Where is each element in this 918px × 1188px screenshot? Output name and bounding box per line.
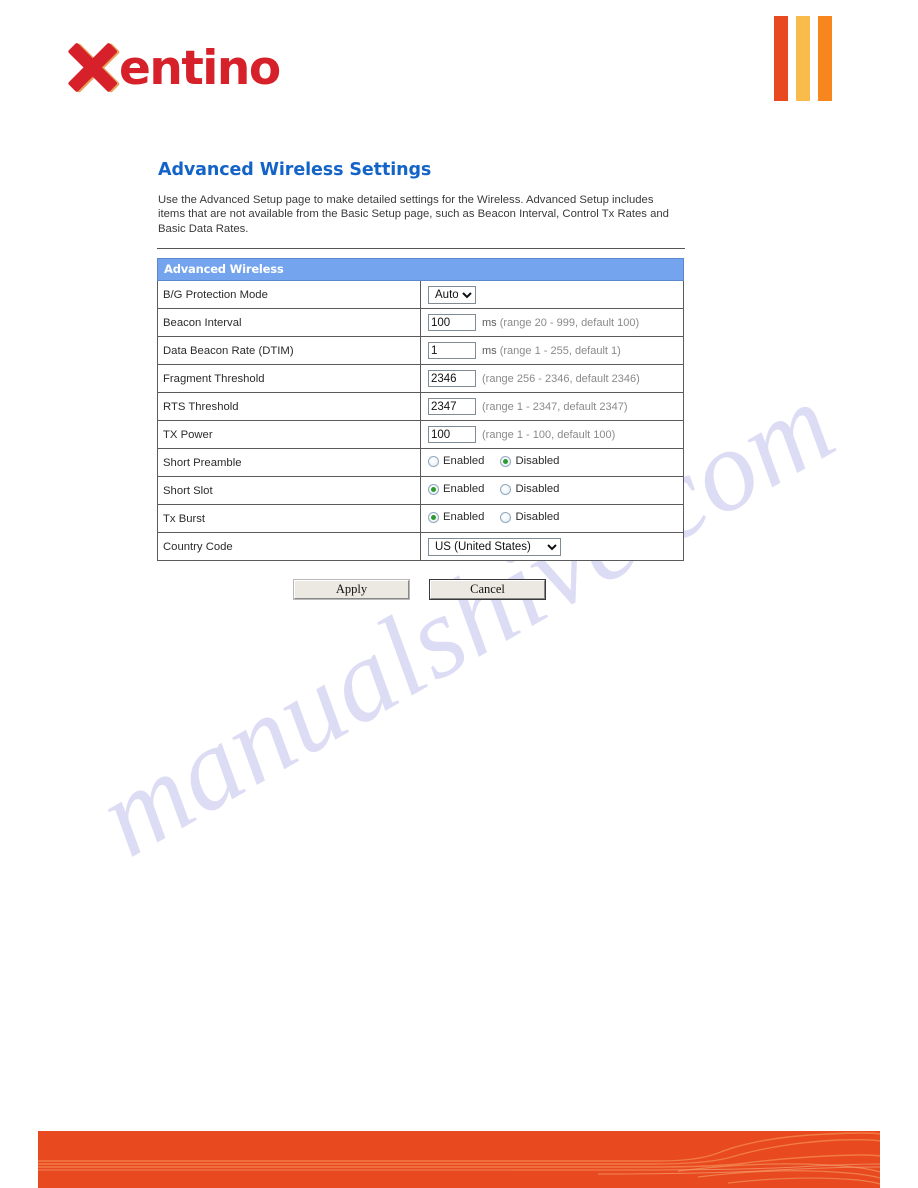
radio-option-label: Disabled	[515, 483, 560, 496]
field-hint: (range 256 - 2346, default 2346)	[482, 373, 640, 385]
page-title: Advanced Wireless Settings	[158, 160, 432, 180]
table-section-header: Advanced Wireless	[157, 258, 684, 282]
radio-button-icon[interactable]	[500, 455, 512, 467]
row-label: Short Slot	[157, 476, 421, 506]
field-range-hint: (range 1 - 100, default 100)	[482, 428, 616, 441]
table-row: Country Code US (United States)	[157, 532, 684, 562]
row-label: Beacon Interval	[157, 308, 421, 338]
page-description: Use the Advanced Setup page to make deta…	[158, 194, 669, 235]
radio-option-label: Enabled	[443, 483, 485, 496]
field-hint: (range 1 - 100, default 100)	[482, 429, 615, 441]
select-country-code[interactable]: US (United States)	[428, 537, 561, 556]
accent-bar-2	[796, 16, 810, 101]
row-label: Short Preamble	[157, 448, 421, 478]
field-hint: ms (range 1 - 255, default 1)	[482, 345, 621, 357]
content-area: Advanced Wireless Settings Use the Advan…	[157, 160, 687, 600]
row-label: Fragment Threshold	[157, 364, 421, 394]
page-header: entino	[0, 0, 918, 110]
table-row: Short Slot Enabled Disabled	[157, 476, 684, 506]
cancel-button[interactable]: Cancel	[430, 580, 545, 600]
radio-group: Enabled Disabled	[428, 483, 559, 495]
table-row: Data Beacon Rate (DTIM) ms (range 1 - 255…	[157, 336, 684, 366]
table-row: TX Power (range 1 - 100, default 100)	[157, 420, 684, 450]
row-label: Tx Burst	[157, 504, 421, 534]
table-row: RTS Threshold (range 1 - 2347, default 23…	[157, 392, 684, 422]
section-divider	[157, 248, 685, 250]
row-field: Enabled Disabled	[420, 504, 684, 534]
radio-button-icon[interactable]	[428, 483, 439, 495]
radio-group: Enabled Disabled	[428, 511, 559, 523]
field-hint: ms (range 20 - 999, default 100)	[482, 317, 639, 329]
row-field: (range 256 - 2346, default 2346)	[420, 364, 684, 394]
input-beacon-interval[interactable]	[428, 314, 476, 332]
input-fragment-threshold[interactable]	[428, 370, 476, 388]
radio-button-icon[interactable]	[428, 455, 439, 467]
input-data-beacon-rate-dtim[interactable]	[428, 342, 476, 360]
table-row: Beacon Interval ms (range 20 - 999, defau…	[157, 308, 684, 338]
input-rts-threshold[interactable]	[428, 398, 476, 416]
field-range-hint: (range 20 - 999, default 100)	[499, 316, 640, 329]
row-field: AutoOnOff	[420, 280, 684, 310]
x-mark-icon	[67, 42, 121, 94]
apply-button[interactable]: Apply	[294, 580, 409, 600]
radio-button-icon[interactable]	[428, 511, 439, 523]
row-field: Enabled Disabled	[420, 476, 684, 506]
field-hint: (range 1 - 2347, default 2347)	[482, 401, 628, 413]
table-body: B/G Protection Mode AutoOnOff Beacon Inter…	[157, 280, 684, 562]
brand-logo: entino	[67, 40, 281, 96]
radio-button-icon[interactable]	[500, 483, 512, 495]
field-range-hint: (range 1 - 2347, default 2347)	[482, 400, 628, 413]
row-field: Enabled Disabled	[420, 448, 684, 478]
accent-bar-1	[774, 16, 788, 101]
row-label: TX Power	[157, 420, 421, 450]
row-field: US (United States)	[420, 532, 684, 562]
radio-option-label: Disabled	[515, 455, 560, 468]
table-row: Tx Burst Enabled Disabled	[157, 504, 684, 534]
table-row: Fragment Threshold (range 256 - 2346, def…	[157, 364, 684, 394]
row-field: ms (range 1 - 255, default 1)	[420, 336, 684, 366]
radio-option-disabled[interactable]: Disabled	[500, 455, 559, 467]
footer-wave-banner	[38, 1131, 880, 1188]
field-range-hint: (range 256 - 2346, default 2346)	[482, 372, 640, 385]
radio-group: Enabled Disabled	[428, 455, 559, 467]
corner-accent-bars	[774, 16, 832, 101]
radio-option-enabled[interactable]: Enabled	[428, 483, 484, 495]
row-label: B/G Protection Mode	[157, 280, 421, 310]
form-button-row: Apply Cancel	[294, 580, 687, 600]
field-unit: ms	[482, 316, 497, 329]
radio-option-enabled[interactable]: Enabled	[428, 455, 484, 467]
brand-logo-text: entino	[119, 40, 281, 96]
row-field: ms (range 20 - 999, default 100)	[420, 308, 684, 338]
select-b-g-protection-mode[interactable]: AutoOnOff	[428, 285, 476, 304]
table-row: Short Preamble Enabled Disabled	[157, 448, 684, 478]
radio-option-label: Enabled	[443, 455, 485, 468]
table-row: B/G Protection Mode AutoOnOff	[157, 280, 684, 310]
radio-button-icon[interactable]	[500, 511, 512, 523]
radio-option-disabled[interactable]: Disabled	[500, 483, 559, 495]
radio-option-label: Enabled	[443, 511, 485, 524]
row-label: RTS Threshold	[157, 392, 421, 422]
input-tx-power[interactable]	[428, 426, 476, 444]
row-label: Data Beacon Rate (DTIM)	[157, 336, 421, 366]
field-unit: ms	[482, 344, 497, 357]
radio-option-label: Disabled	[515, 511, 560, 524]
radio-option-enabled[interactable]: Enabled	[428, 511, 484, 523]
radio-option-disabled[interactable]: Disabled	[500, 511, 559, 523]
accent-bar-3	[818, 16, 832, 101]
row-field: (range 1 - 100, default 100)	[420, 420, 684, 450]
field-range-hint: (range 1 - 255, default 1)	[499, 344, 621, 357]
advanced-wireless-table: Advanced Wireless B/G Protection Mode Aut…	[157, 258, 684, 562]
row-field: (range 1 - 2347, default 2347)	[420, 392, 684, 422]
row-label: Country Code	[157, 532, 421, 562]
